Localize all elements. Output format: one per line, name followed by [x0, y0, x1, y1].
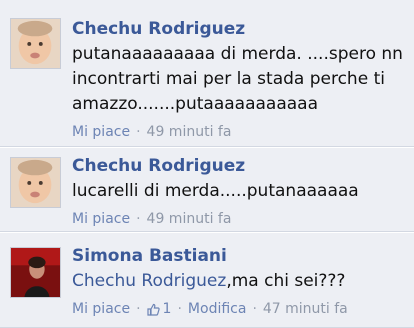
separator-dot: · [252, 301, 257, 317]
separator-dot: · [136, 301, 141, 317]
comment-timestamp[interactable]: 49 minuti fa [147, 123, 232, 141]
separator-dot: · [136, 124, 141, 140]
comment-timestamp[interactable]: 49 minuti fa [147, 210, 232, 228]
comment-item: Simona Bastiani Chechu Rodriguez,ma chi … [0, 233, 414, 328]
separator-dot: · [136, 211, 141, 227]
comment-text-rest: ,ma chi sei??? [226, 271, 346, 291]
avatar[interactable] [10, 157, 61, 208]
comment-item: Chechu Rodriguez lucarelli di merda.....… [0, 148, 414, 232]
avatar[interactable] [10, 247, 61, 298]
baby-photo-icon [11, 19, 60, 68]
comment-meta: Mi piace · 49 minuti fa [72, 210, 406, 228]
comment-text: lucarelli di merda.....putanaaaaaa [72, 181, 359, 201]
like-button[interactable]: Mi piace [72, 123, 130, 141]
comment-item: Chechu Rodriguez putanaaaaaaaaa di merda… [0, 0, 414, 147]
person-photo-icon [11, 248, 60, 297]
comment-author[interactable]: Simona Bastiani [72, 245, 406, 267]
thumbs-up-icon [146, 303, 160, 316]
comment-text: putanaaaaaaaaa di merda. ....spero nn in… [72, 44, 403, 114]
like-button[interactable]: Mi piace [72, 300, 130, 318]
comment-author[interactable]: Chechu Rodriguez [72, 18, 406, 40]
like-count-value: 1 [162, 301, 172, 317]
comment-author[interactable]: Chechu Rodriguez [72, 155, 406, 177]
mention-link[interactable]: Chechu Rodriguez [72, 271, 226, 291]
comment-timestamp[interactable]: 47 minuti fa [263, 300, 348, 318]
like-count[interactable]: 1 [146, 300, 172, 318]
edit-button[interactable]: Modifica [188, 300, 247, 318]
comment-meta: Mi piace · 49 minuti fa [72, 123, 406, 141]
avatar[interactable] [10, 18, 61, 69]
baby-photo-icon [11, 158, 60, 207]
like-button[interactable]: Mi piace [72, 210, 130, 228]
separator-dot: · [177, 301, 182, 317]
comment-text: Chechu Rodriguez,ma chi sei??? [72, 269, 406, 294]
comment-meta: Mi piace · 1 · Modifica · 47 minuti fa [72, 300, 406, 318]
